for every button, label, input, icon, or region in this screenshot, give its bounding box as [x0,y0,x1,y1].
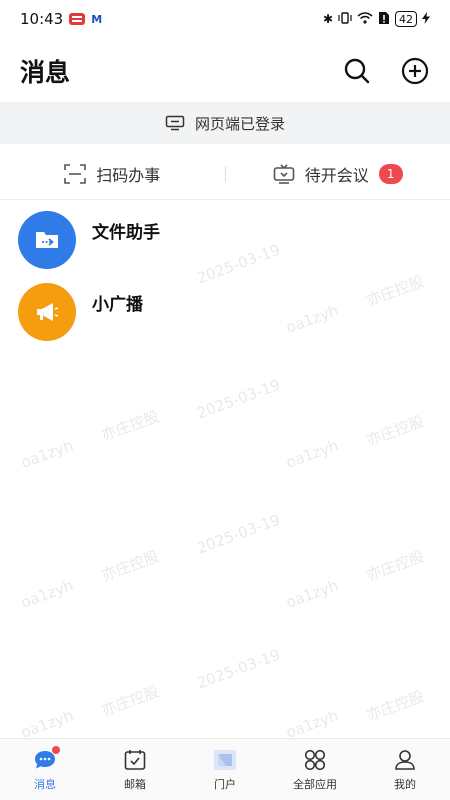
search-icon [344,58,370,84]
bottom-tab-bar: 消息 邮箱 门户 全部应用 我的 [0,738,450,800]
message-notification-icon [69,13,86,25]
watermark-date: 2025-03-19 [194,375,283,423]
tab-all-apps[interactable]: 全部应用 [270,739,360,800]
watermark-user: oa1zyh [18,576,76,612]
apps-grid-icon [304,749,326,771]
meetings-badge: 1 [378,163,403,184]
conversation-list: 文件助手 小广播 [0,204,450,348]
search-button[interactable] [342,56,372,86]
scan-icon [64,163,87,184]
tab-label: 我的 [394,778,416,791]
mail-notification-icon: M [91,12,103,26]
megaphone-icon [37,303,59,321]
watermark-user: oa1zyh [18,706,76,740]
meeting-tv-icon [273,163,295,184]
watermark-date: 2025-03-19 [194,510,283,558]
tab-portal[interactable]: 门户 [180,739,270,800]
tab-label: 消息 [34,778,56,791]
web-login-text: 网页端已登录 [194,114,285,133]
portal-icon [214,750,236,770]
watermark-user: oa1zyh [283,706,341,740]
meetings-action[interactable]: 待开会议 1 [226,162,450,186]
watermark-company: 亦庄控股 [98,682,162,720]
plus-circle-icon [401,57,429,85]
tab-label: 门户 [214,778,236,791]
tab-messages[interactable]: 消息 [0,739,90,800]
conversation-broadcast[interactable]: 小广播 [0,276,450,348]
quick-actions: 扫码办事 待开会议 1 [0,148,450,200]
folder-transfer-icon [36,232,58,248]
avatar [18,283,76,341]
watermark-user: oa1zyh [283,576,341,612]
watermark-company: 亦庄控股 [98,407,162,445]
avatar [18,211,76,269]
conversation-file-helper[interactable]: 文件助手 [0,204,450,276]
tab-profile[interactable]: 我的 [360,739,450,800]
watermark-user: oa1zyh [283,436,341,472]
watermark-user: oa1zyh [18,436,76,472]
watermark-company: 亦庄控股 [98,547,162,585]
battery-indicator: 42 [395,11,417,27]
meetings-action-label: 待开会议 [304,165,369,185]
unread-dot [52,746,60,754]
tab-mailbox[interactable]: 邮箱 [90,739,180,800]
scan-action[interactable]: 扫码办事 [0,162,225,186]
status-bar: 10:43 M ✱ 42 [0,0,450,38]
sim-alert-icon [378,11,390,28]
page-title: 消息 [20,58,71,87]
web-login-banner[interactable]: 网页端已登录 [0,102,450,144]
wifi-icon [357,11,373,27]
add-button[interactable] [400,56,430,86]
tab-label: 邮箱 [124,778,146,791]
watermark-date: 2025-03-19 [194,645,283,693]
status-time: 10:43 [20,10,64,28]
watermark-company: 亦庄控股 [363,687,427,725]
bluetooth-icon: ✱ [322,12,333,26]
watermark-company: 亦庄控股 [363,412,427,450]
monitor-icon [165,115,185,131]
scan-action-label: 扫码办事 [96,165,161,185]
user-icon [395,750,415,770]
tab-label: 全部应用 [293,778,337,791]
charging-icon [422,11,430,27]
vibrate-icon [338,11,352,27]
watermark-company: 亦庄控股 [363,547,427,585]
conversation-name: 文件助手 [92,223,160,243]
calendar-check-icon [124,750,146,770]
page-header: 消息 [0,40,450,102]
conversation-name: 小广播 [92,295,143,315]
